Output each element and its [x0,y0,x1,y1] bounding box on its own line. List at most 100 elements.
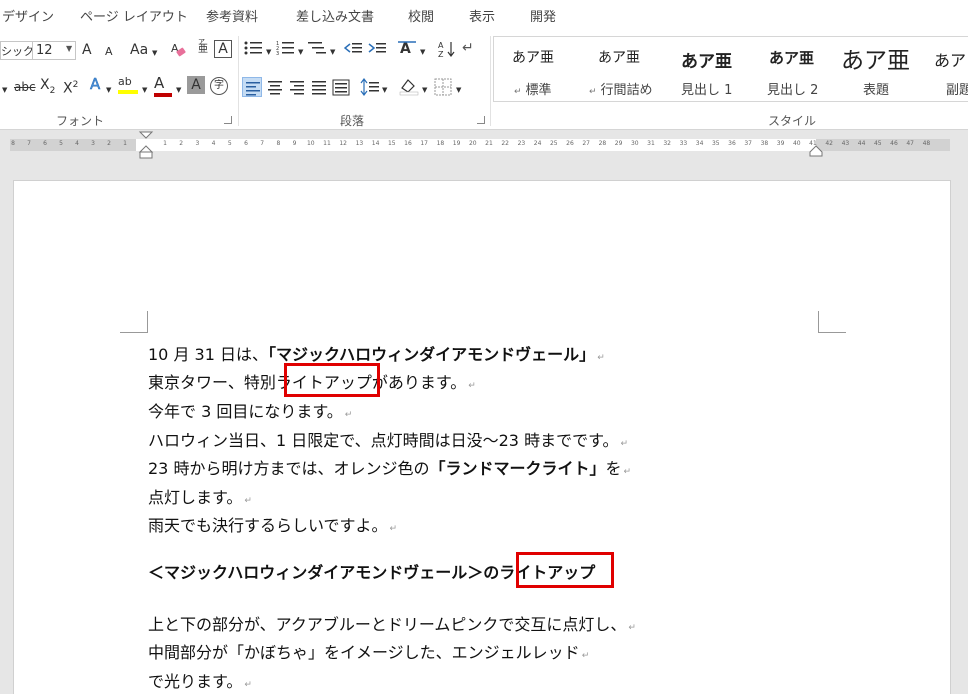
document-line[interactable]: 中間部分が「かぼちゃ」をイメージした、エンジェルレッド ↵ [148,639,589,663]
justify-icon[interactable] [310,78,328,101]
highlighter-icon[interactable]: ab [118,74,138,94]
style-sample: あア亜 [841,48,910,74]
superscript-icon[interactable]: X2 [63,77,78,97]
show-formatting-marks-icon[interactable]: ↵ [462,40,474,56]
ruler-number: 37 [744,140,752,147]
chevron-down-icon[interactable]: ▼ [152,45,157,61]
ruler-number: 35 [711,140,720,147]
phonetic-guide-icon[interactable]: ア 亜 [198,38,208,55]
tab-mailings[interactable]: 差し込み文書 [296,6,374,25]
document-line[interactable]: 点灯します。 ↵ [148,484,252,508]
align-center-icon[interactable] [266,78,284,101]
paragraph-mark: ↵ [389,524,398,534]
document-page[interactable]: 10 月 31 日は、「マジックハロウィンダイアモンドヴェール」 ↵ 東京タワー、特… [13,180,951,694]
chevron-down-icon[interactable]: ▼ [330,44,335,60]
text-run: 「ランドマークライト」 [429,459,606,478]
ruler-number: 1 [123,140,127,147]
text-effects-icon[interactable]: A [90,76,101,93]
ruler-number: 48 [922,140,931,147]
font-group-label: フォント [56,114,105,128]
ruler-number: 24 [533,140,542,147]
chevron-down-icon[interactable]: ▼ [176,82,181,98]
first-line-indent-icon[interactable] [138,131,154,159]
document-line[interactable]: 23 時から明け方までは、オレンジ色の「ランドマークライト」を ↵ [148,455,631,479]
borders-icon[interactable] [434,78,452,101]
document-line[interactable]: 雨天でも決行するらしいですよ。 ↵ [148,512,397,536]
style-no-spacing[interactable]: あア亜 ↵ 行間詰め [581,37,667,101]
align-left-button[interactable] [242,77,262,97]
document-line[interactable]: 10 月 31 日は、「マジックハロウィンダイアモンドヴェール」 ↵ [148,341,605,365]
right-indent-icon[interactable] [808,144,824,158]
tab-references[interactable]: 参考資料 [206,6,258,25]
ribbon: シック 12 ▼ A A Aa ▼ A ア 亜 A ▼ abc X2 X2 A … [0,30,968,130]
tab-developer[interactable]: 開発 [530,6,556,25]
font-size-combobox[interactable]: 12 ▼ [32,41,76,60]
character-border-icon[interactable]: A [214,40,232,58]
ruler-number: 19 [452,140,461,147]
ruler-number: 30 [630,140,639,147]
font-name-combobox[interactable]: シック [0,41,34,60]
subscript-icon[interactable]: X2 [40,77,55,99]
font-color-icon[interactable]: A [154,75,172,97]
strikethrough-icon[interactable]: abc [14,79,36,95]
document-line[interactable]: で光ります。 ↵ [148,668,252,692]
tab-review[interactable]: 校閲 [408,6,434,25]
style-heading-2[interactable]: あア亜 見出し 2 [753,37,839,101]
tab-page-layout[interactable]: ページ レイアウト [80,6,188,25]
document-line[interactable]: 今年で 3 回目になります。 ↵ [148,398,352,422]
styles-gallery: あア亜 ↵ 標準 あア亜 ↵ 行間詰め あア亜 見出し 1 あア亜 見出し 2 あア… [493,36,968,102]
increase-indent-icon[interactable] [368,40,386,61]
ruler-number: 23 [517,140,526,147]
distributed-icon[interactable] [332,78,350,101]
tab-design[interactable]: デザイン [2,6,54,25]
tab-view[interactable]: 表示 [469,6,495,25]
paragraph-shading-icon[interactable] [398,76,420,101]
horizontal-ruler[interactable]: 8 7 6 5 4 3 2 1 1 2 3 4 5 6 7 8 9 10 11 12 13 14 15 16 17 18 19 20 2… [0,131,968,159]
paragraph-mark: ↵ [623,467,632,477]
bullets-icon[interactable] [244,40,264,61]
chevron-down-icon[interactable]: ▼ [422,82,427,98]
style-heading-1[interactable]: あア亜 見出し 1 [667,37,753,101]
multilevel-list-icon[interactable] [308,40,328,61]
chevron-down-icon[interactable]: ▼ [382,82,387,98]
document-line[interactable]: 上と下の部分が、アクアブルーとドリームピンクで交互に点灯し、 ↵ [148,611,636,635]
chevron-down-icon[interactable]: ▼ [106,82,111,98]
ruler-number: 47 [906,140,914,147]
chevron-down-icon[interactable]: ▼ [298,44,303,60]
paragraph-dialog-launcher-icon[interactable] [477,116,485,124]
ruler-number: 34 [695,140,704,147]
align-right-icon[interactable] [288,78,306,101]
ruler-number: 5 [59,140,63,147]
chevron-down-icon[interactable]: ▼ [456,82,461,98]
text-run: があります。 [371,373,467,392]
ruler-number: 13 [355,140,364,147]
chevron-down-icon[interactable]: ▼ [266,44,271,60]
ruler-number: 9 [292,140,297,147]
chevron-down-icon[interactable]: ▼ [142,82,147,98]
grow-font-icon[interactable]: A [82,42,92,58]
clear-formatting-icon[interactable]: A [170,40,186,63]
style-name: 見出し 2 [767,83,819,98]
style-title[interactable]: あア亜 表題 [839,37,931,101]
document-line[interactable]: ハロウィン当日、1 日限定で、点灯時間は日没～23 時までです。 ↵ [148,427,628,451]
style-subtitle[interactable]: あア 副題 [931,37,968,101]
change-case-icon[interactable]: Aa [130,42,148,58]
style-normal[interactable]: あア亜 ↵ 標準 [494,37,581,101]
style-name: 見出し 1 [681,83,733,98]
character-shading-icon[interactable]: A [187,76,205,94]
asian-layout-icon[interactable]: A [396,39,418,62]
shrink-font-icon[interactable]: A [105,44,113,60]
text-run: ＜マジックハロウィンダイアモンドヴェール＞の [148,563,500,582]
text-run: で光ります。 [148,672,243,691]
subscript-mark: 2 [49,85,56,96]
decrease-indent-icon[interactable] [343,40,362,61]
line-spacing-icon[interactable] [360,78,380,101]
numbering-icon[interactable]: 123 [276,40,296,61]
sort-icon[interactable]: AZ [438,40,456,61]
ruler-number: 3 [195,140,200,147]
chevron-down-icon[interactable]: ▼ [420,44,425,60]
ruler-number: 38 [760,140,769,147]
chevron-down-icon[interactable]: ▼ [2,82,7,98]
enclose-characters-icon[interactable]: 字 [210,77,228,95]
font-dialog-launcher-icon[interactable] [224,116,232,124]
